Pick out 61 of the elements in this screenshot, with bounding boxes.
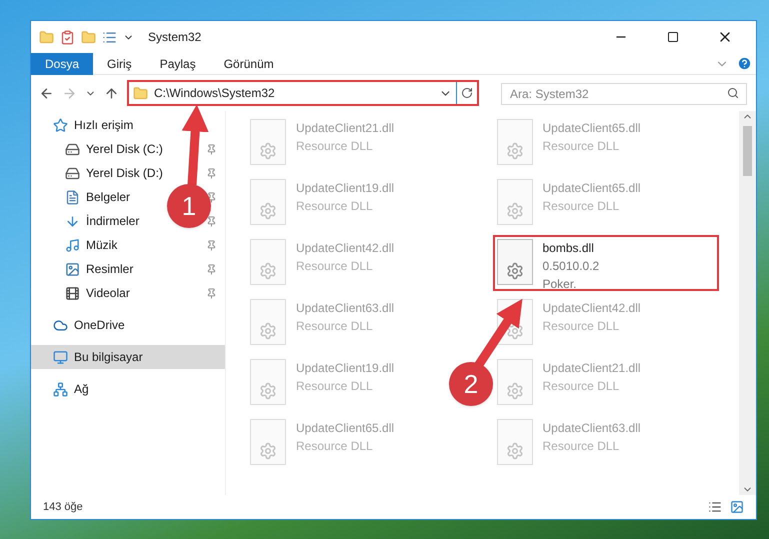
ribbon-tab[interactable]: Paylaş <box>146 52 210 74</box>
document-icon <box>65 190 80 204</box>
star-icon <box>53 118 68 132</box>
refresh-icon[interactable] <box>461 87 473 99</box>
arrow <box>474 298 522 368</box>
sidebar-item[interactable]: Müzik <box>31 233 225 257</box>
file-name[interactable]: bombs.dll <box>542 239 600 257</box>
drive-icon <box>65 142 80 156</box>
file-detail: Resource DLL <box>296 378 374 395</box>
checklist-icon[interactable] <box>60 30 75 44</box>
window-title: System32 <box>148 29 202 46</box>
file-detail: Resource DLL <box>542 138 620 155</box>
sidebar-item[interactable]: Videolar <box>31 281 225 305</box>
folder-icon[interactable] <box>81 30 96 44</box>
sidebar-item[interactable]: Resimler <box>31 257 225 281</box>
file-detail: Resource DLL <box>542 378 620 395</box>
up-icon[interactable] <box>104 86 119 100</box>
search-field[interactable]: Ara: System32 <box>501 83 747 105</box>
folder-icon[interactable] <box>39 30 54 44</box>
cloud-icon <box>53 318 68 332</box>
item-count: 143 öğe <box>43 500 83 515</box>
drive-icon <box>65 166 80 180</box>
file-detail: Poker. <box>542 276 578 293</box>
network-icon <box>53 382 68 396</box>
back-icon[interactable] <box>39 86 54 100</box>
file-detail: 0.5010.0.2 <box>542 258 600 275</box>
properties-icon[interactable] <box>102 30 117 44</box>
ribbon-tab[interactable]: Dosya <box>31 52 94 74</box>
file-detail: Resource DLL <box>296 138 374 155</box>
file-detail: Resource DLL <box>542 318 620 335</box>
file-detail: Resource DLL <box>296 318 374 335</box>
maximize-icon <box>667 31 679 43</box>
sidebar-item[interactable]: Ağ <box>31 377 225 401</box>
sidebar-item[interactable]: Hızlı erişim <box>31 113 225 137</box>
address-path: C:\Windows\System32 <box>154 85 276 102</box>
large-icons-view-icon[interactable] <box>730 500 744 514</box>
file-detail: Resource DLL <box>296 198 374 215</box>
file-detail: Resource DLL <box>542 438 620 455</box>
address-field[interactable]: C:\Windows\System32 <box>127 80 479 106</box>
file-detail: Resource DLL <box>296 438 374 455</box>
scrollbar-thumb[interactable] <box>743 126 752 176</box>
picture-icon <box>65 262 80 276</box>
scrollbar[interactable] <box>739 111 756 495</box>
download-icon <box>65 214 80 228</box>
ribbon-tab[interactable]: Görünüm <box>210 52 288 74</box>
help-icon[interactable] <box>737 56 752 71</box>
film-icon <box>65 286 80 300</box>
file-detail: Resource DLL <box>296 258 374 275</box>
file-icon[interactable] <box>496 239 532 285</box>
file-detail: Resource DLL <box>542 198 620 215</box>
folder-icon <box>133 86 148 100</box>
sidebar-item[interactable]: Yerel Disk (D:) <box>31 161 225 185</box>
sidebar-item[interactable]: Yerel Disk (C:) <box>31 137 225 161</box>
sidebar-item[interactable]: Bu bilgisayar <box>31 345 225 369</box>
monitor-icon <box>53 350 68 364</box>
music-note-icon <box>65 238 80 252</box>
ribbon-tab[interactable]: Giriş <box>93 52 146 74</box>
search-icon[interactable] <box>727 87 739 99</box>
details-view-icon[interactable] <box>708 500 722 514</box>
sidebar-item[interactable]: OneDrive <box>31 313 225 337</box>
forward-icon[interactable] <box>62 86 77 100</box>
